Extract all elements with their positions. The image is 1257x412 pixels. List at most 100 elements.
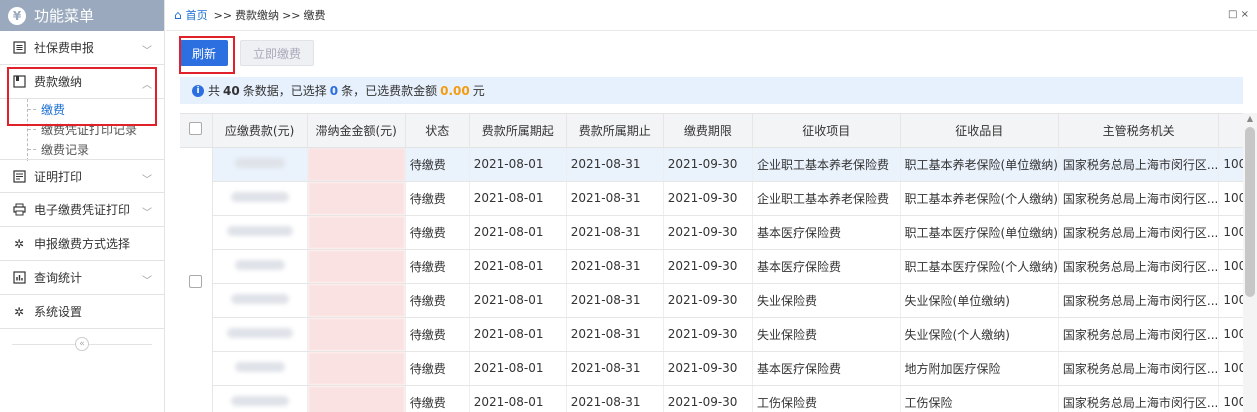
period-end-cell: 2021-08-31 <box>566 385 664 412</box>
column-header[interactable]: 状态 <box>405 114 470 148</box>
deadline-cell: 2021-09-30 <box>663 351 754 386</box>
column-header[interactable]: 费款所属期止 <box>566 114 664 148</box>
sidebar-item-label: 申报缴费方式选择 <box>34 237 131 251</box>
table-row[interactable]: 待缴费 2021-08-01 2021-08-31 2021-09-30 工伤保险费 工伤… <box>180 385 1257 412</box>
toolbar: 刷新 立即缴费 <box>166 31 1257 75</box>
group-select-cell <box>180 147 213 412</box>
levy-subitem-cell: 地方附加医疗保险 <box>900 351 1059 386</box>
fee-table: 应缴费款(元) 滞纳金金额(元) 状态 费款所属期起 费款所属期止 缴费期限 征… <box>180 113 1257 412</box>
breadcrumb-home[interactable]: 首页 <box>186 7 208 23</box>
redacted-value <box>307 181 405 214</box>
sidebar-item-label: 费款缴纳 <box>34 75 83 89</box>
column-header[interactable]: 滞纳金金额(元) <box>307 114 406 148</box>
sidebar-item-system-settings[interactable]: ✲ 系统设置 <box>0 295 164 329</box>
redacted-value <box>307 385 405 412</box>
deadline-cell: 2021-09-30 <box>663 147 754 182</box>
redacted-value <box>307 351 405 384</box>
deadline-cell: 2021-09-30 <box>663 385 754 412</box>
tax-office-cell: 国家税务总局上海市闵行区... <box>1058 181 1220 216</box>
sidebar-item-label: 电子缴费凭证打印 <box>34 203 131 217</box>
sidebar-item-cert-print[interactable]: 证明打印 ﹀ <box>0 159 164 193</box>
chevron-down-icon: ﹀ <box>142 175 152 186</box>
tax-office-cell: 国家税务总局上海市闵行区... <box>1058 215 1220 250</box>
chevron-up-icon: ︿ <box>142 80 152 91</box>
levy-subitem-cell: 失业保险(单位缴纳) <box>900 283 1059 318</box>
levy-subitem-cell: 工伤保险 <box>900 385 1059 412</box>
sidebar-item-payment-method[interactable]: ✲ 申报缴费方式选择 <box>0 227 164 261</box>
table-row[interactable]: 待缴费 2021-08-01 2021-08-31 2021-09-30 基本医疗保险费… <box>180 249 1257 284</box>
pay-now-button[interactable]: 立即缴费 <box>240 40 315 66</box>
sidebar-item-fee-payment[interactable]: 费款缴纳 ︿ <box>0 65 164 99</box>
levy-item-cell: 基本医疗保险费 <box>752 249 901 284</box>
chevron-down-icon: ﹀ <box>142 208 152 219</box>
scroll-thumb[interactable] <box>1245 127 1255 297</box>
deadline-cell: 2021-09-30 <box>663 317 754 352</box>
table-row[interactable]: 待缴费 2021-08-01 2021-08-31 2021-09-30 企业职工基本养… <box>180 181 1257 216</box>
table-row[interactable]: 待缴费 2021-08-01 2021-08-31 2021-09-30 基本医疗保险费… <box>180 351 1257 386</box>
deadline-cell: 2021-09-30 <box>663 249 754 284</box>
sidebar-item-query-stats[interactable]: 查询统计 ﹀ <box>0 261 164 295</box>
deadline-cell: 2021-09-30 <box>663 283 754 318</box>
info-icon: i <box>192 84 204 97</box>
table-row[interactable]: 待缴费 2021-08-01 2021-08-31 2021-09-30 失业保险费 失业… <box>180 317 1257 352</box>
sidebar-subitem-payment-records[interactable]: 缴费记录 <box>0 139 164 159</box>
sidebar-item-e-receipt-print[interactable]: 电子缴费凭证打印 ﹀ <box>0 193 164 227</box>
breadcrumb-level1: 费款缴纳 <box>235 9 280 22</box>
column-header[interactable]: 征收项目 <box>752 114 901 148</box>
levy-item-cell: 企业职工基本养老保险费 <box>752 181 901 216</box>
due-amount-cell <box>212 351 308 386</box>
column-header[interactable]: 应缴费款(元) <box>212 114 308 148</box>
redacted-value <box>226 328 293 338</box>
vertical-scrollbar[interactable]: ▲ <box>1243 113 1257 412</box>
levy-item-cell: 失业保险费 <box>752 283 901 318</box>
column-header[interactable]: 主管税务机关 <box>1058 114 1220 148</box>
sidebar-item-social-declare[interactable]: 社保费申报 ﹀ <box>0 31 164 65</box>
redacted-value <box>234 362 285 372</box>
levy-subitem-cell: 职工基本养老保险(单位缴纳) <box>900 147 1059 182</box>
column-header[interactable]: 费款所属期起 <box>469 114 567 148</box>
group-checkbox[interactable] <box>189 275 203 288</box>
collapse-icon[interactable]: « <box>75 337 89 351</box>
levy-subitem-cell: 失业保险(个人缴纳) <box>900 317 1059 352</box>
tax-office-cell: 国家税务总局上海市闵行区... <box>1058 283 1220 318</box>
redacted-value <box>230 396 289 406</box>
sidebar-header: ¥ 功能菜单 <box>0 0 164 31</box>
sidebar-subitem-receipt-records[interactable]: 缴费凭证打印记录 <box>0 119 164 139</box>
sidebar-item-label: 查询统计 <box>34 271 83 285</box>
info-mid1: 条数据，已选择 <box>242 84 327 98</box>
period-end-cell: 2021-08-31 <box>566 283 664 318</box>
tax-office-cell: 国家税务总局上海市闵行区... <box>1058 249 1220 284</box>
window-controls[interactable]: □ × <box>1228 9 1249 20</box>
redacted-value <box>226 226 293 236</box>
levy-item-cell: 基本医疗保险费 <box>752 351 901 386</box>
breadcrumb-level2: 缴费 <box>303 9 326 22</box>
redacted-value <box>307 283 405 316</box>
scroll-up-icon[interactable]: ▲ <box>1243 113 1257 125</box>
select-all-checkbox[interactable] <box>189 122 203 136</box>
table-row[interactable]: 待缴费 2021-08-01 2021-08-31 2021-09-30 基本医疗保险费… <box>180 215 1257 250</box>
due-amount-cell <box>212 147 308 182</box>
chevron-down-icon: ﹀ <box>142 46 152 57</box>
status-cell: 待缴费 <box>405 317 470 352</box>
period-end-cell: 2021-08-31 <box>566 215 664 250</box>
redacted-value <box>307 215 405 248</box>
period-end-cell: 2021-08-31 <box>566 351 664 386</box>
tax-office-cell: 国家税务总局上海市闵行区... <box>1058 147 1220 182</box>
sidebar-subitem-pay[interactable]: 缴费 <box>0 99 164 119</box>
late-fee-cell <box>307 317 406 352</box>
status-cell: 待缴费 <box>405 249 470 284</box>
doc-icon <box>12 169 26 183</box>
info-bar: i 共 40 条数据，已选择 0 条，已选费款金额 0.00 元 <box>180 77 1243 104</box>
table-row[interactable]: 待缴费 2021-08-01 2021-08-31 2021-09-30 失业保险费 失业… <box>180 283 1257 318</box>
home-icon[interactable]: ⌂ <box>174 8 182 22</box>
table-row[interactable]: 待缴费 2021-08-01 2021-08-31 2021-09-30 企业职工基本养… <box>180 147 1257 412</box>
refresh-button[interactable]: 刷新 <box>180 40 229 66</box>
sidebar: ¥ 功能菜单 社保费申报 ﹀ 费款缴纳 ︿ 缴费 缴费凭证打印记录 缴费记录 证… <box>0 0 165 412</box>
late-fee-cell <box>307 385 406 412</box>
status-cell: 待缴费 <box>405 385 470 412</box>
column-header[interactable]: 缴费期限 <box>663 114 754 148</box>
due-amount-cell <box>212 249 308 284</box>
card-icon <box>12 75 26 89</box>
column-header[interactable]: 征收品目 <box>900 114 1059 148</box>
breadcrumb: ⌂ 首页 >> 费款缴纳 >> 缴费 □ × <box>166 0 1257 31</box>
